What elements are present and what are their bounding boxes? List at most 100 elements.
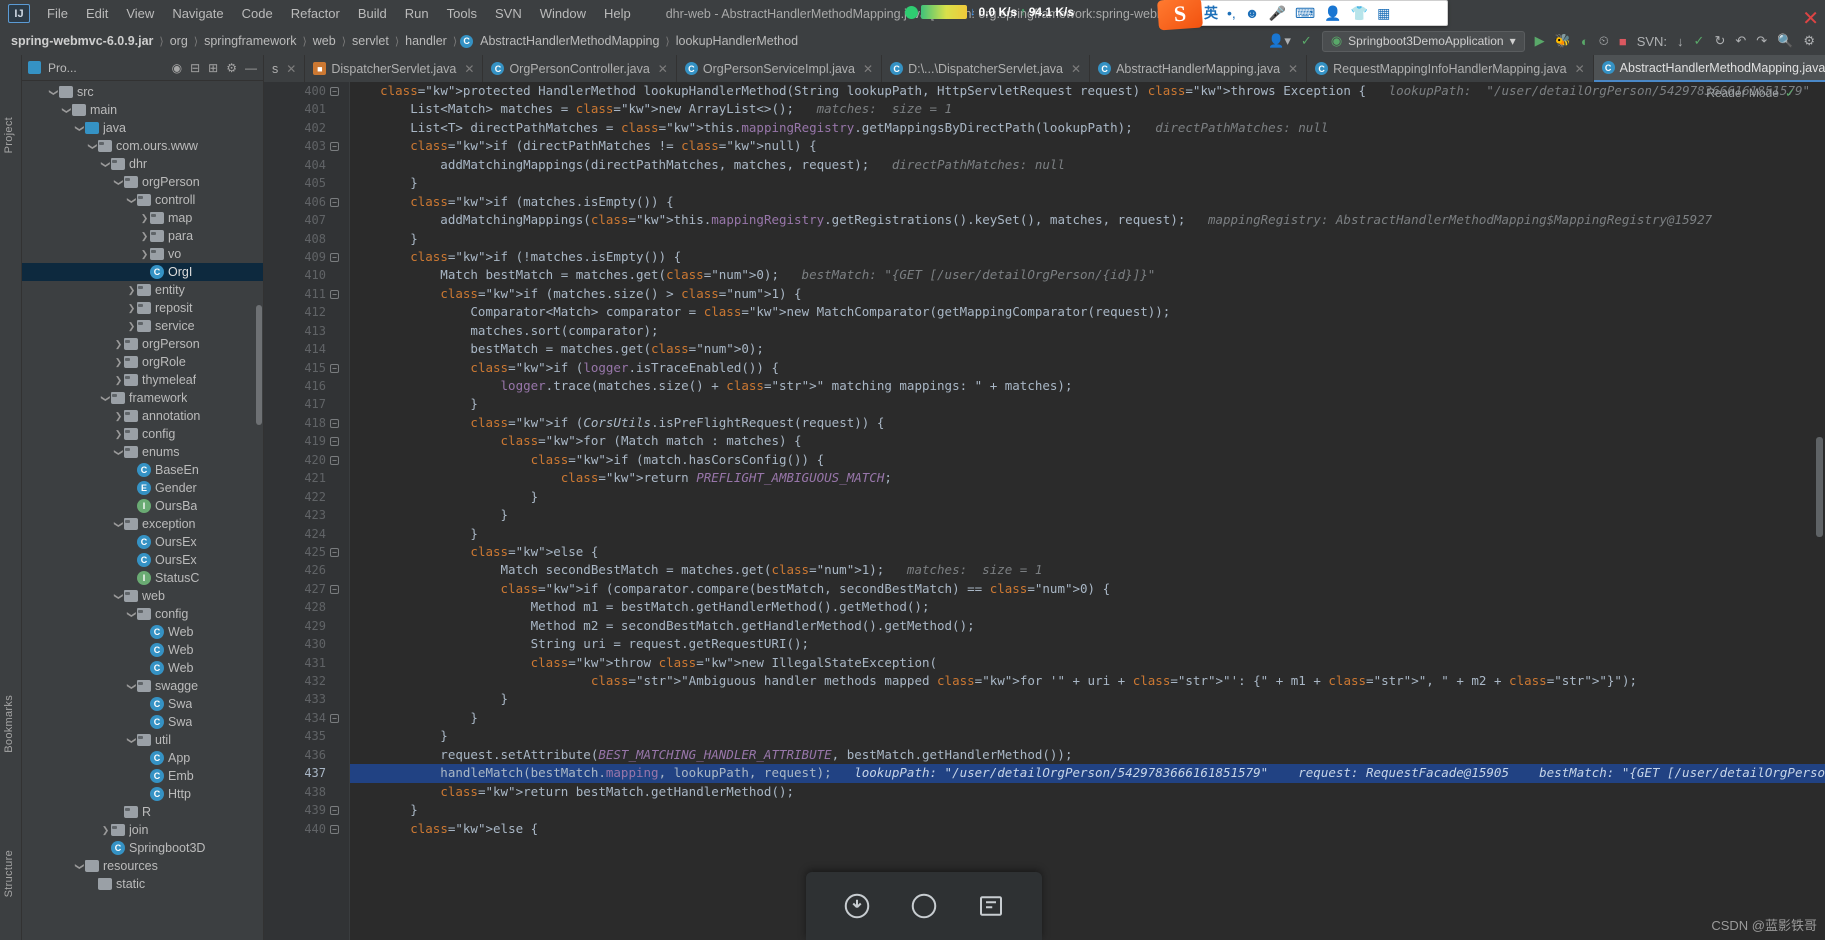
code-line[interactable]: 417 } [304,395,1825,413]
code-line[interactable]: 412 Comparator<Match> comparator = class… [304,303,1825,321]
code-line[interactable]: 415− class="kw">if (logger.isTraceEnable… [304,359,1825,377]
tab-truncated[interactable]: s ✕ [264,55,306,82]
tree-item-join[interactable]: ❯ join [22,821,263,839]
code-line[interactable]: 429 Method m2 = secondBestMatch.getHandl… [304,617,1825,635]
breadcrumb-handler[interactable]: handler [402,33,450,49]
tree-item-gender[interactable]: E Gender [22,479,263,497]
code-line[interactable]: 418− class="kw">if (CorsUtils.isPreFligh… [304,414,1825,432]
chevron-down-icon[interactable]: ❯ [126,681,137,692]
chevron-down-icon[interactable]: ❯ [126,609,137,620]
code-line[interactable]: 402 List<T> directPathMatches = class="k… [304,119,1825,137]
tree-item-web[interactable]: ❯ web [22,587,263,605]
stop-icon[interactable]: ■ [1619,34,1627,49]
undo-icon[interactable]: ↶ [1735,33,1746,49]
code-line[interactable]: 419− class="kw">for (Match match : match… [304,432,1825,450]
close-icon[interactable]: ✕ [286,62,296,76]
fold-marker-icon[interactable]: − [330,418,339,428]
code-line[interactable]: 440− class="kw">else { [304,820,1825,838]
tab-abstract-handler-method-mapping[interactable]: C AbstractHandlerMethodMapping.java ✕ [1593,55,1825,82]
code-line[interactable]: 405 } [304,174,1825,192]
ime-keyboard-icon[interactable]: ⌨ [1295,6,1315,20]
chevron-down-icon[interactable]: ❯ [61,105,72,116]
code-line[interactable]: 424 } [304,525,1825,543]
chevron-down-icon[interactable]: ❯ [48,87,59,98]
code-line[interactable]: 423 } [304,506,1825,524]
chevron-right-icon[interactable]: ❯ [100,825,111,836]
ime-language-toggle-icon[interactable]: 英 [1204,6,1218,20]
settings-gear-icon[interactable]: ⚙ [226,61,237,75]
chevron-right-icon[interactable]: ❯ [113,339,124,350]
chevron-down-icon[interactable]: ❯ [74,861,85,872]
run-configuration-selector[interactable]: ◉ Springboot3DemoApplication ▾ [1321,30,1525,52]
tool-window-structure[interactable]: Structure [3,850,15,897]
code-line[interactable]: 436 request.setAttribute(BEST_MATCHING_H… [304,746,1825,764]
svn-commit-icon[interactable]: ✓ [1694,33,1705,49]
fold-marker-icon[interactable]: − [330,547,339,557]
menu-edit[interactable]: Edit [77,3,117,24]
tree-item-static[interactable]: static [22,875,263,893]
code-line[interactable]: 422 } [304,488,1825,506]
tab-org-person-service-impl[interactable]: C OrgPersonServiceImpl.java ✕ [677,55,883,82]
tab-abstract-handler-mapping[interactable]: C AbstractHandlerMapping.java ✕ [1090,55,1308,82]
tab-dispatcher-servlet-path[interactable]: C D:\...\DispatcherServlet.java ✕ [882,55,1091,82]
step-over-icon[interactable] [842,891,872,921]
step-into-icon[interactable] [909,891,939,921]
tree-item-orgi[interactable]: C OrgI [22,263,263,281]
tool-window-project[interactable]: Project [3,117,15,153]
breadcrumb-jar[interactable]: spring-webmvc-6.0.9.jar [8,33,156,49]
vcs-check-icon[interactable]: ✓ [1301,33,1312,49]
close-icon[interactable]: ✕ [1575,62,1585,76]
tree-item-controll[interactable]: ❯ controll [22,191,263,209]
tree-item-src[interactable]: ❯ src [22,83,263,101]
locate-icon[interactable]: ◉ [172,61,182,75]
tree-item-orgperson[interactable]: ❯ orgPerson [22,173,263,191]
ime-punctuation-icon[interactable]: •, [1227,6,1236,20]
menu-run[interactable]: Run [396,3,438,24]
chevron-right-icon[interactable]: ❯ [113,357,124,368]
step-out-icon[interactable] [976,891,1006,921]
menu-code[interactable]: Code [233,3,282,24]
tree-item-web[interactable]: C Web [22,623,263,641]
code-line[interactable]: 435 } [304,727,1825,745]
tab-org-person-controller[interactable]: C OrgPersonController.java ✕ [483,55,677,82]
code-editor[interactable]: 400− class="kw">protected HandlerMethod … [264,82,1825,940]
chevron-down-icon[interactable]: ❯ [113,591,124,602]
code-line[interactable]: 430 String uri = request.getRequestURI()… [304,635,1825,653]
menu-svn[interactable]: SVN [486,3,531,24]
chevron-down-icon[interactable]: ❯ [126,195,137,206]
tree-item-para[interactable]: ❯ para [22,227,263,245]
chevron-right-icon[interactable]: ❯ [113,411,124,422]
tree-item-emb[interactable]: C Emb [22,767,263,785]
menu-view[interactable]: View [117,3,163,24]
editor-vertical-scrollbar[interactable] [1816,437,1823,537]
tree-item-config[interactable]: ❯ config [22,425,263,443]
tree-item-oursex[interactable]: C OursEx [22,533,263,551]
close-icon[interactable]: ✕ [863,62,873,76]
editor-code-area[interactable]: 400− class="kw">protected HandlerMethod … [304,82,1825,940]
tree-item-app[interactable]: C App [22,749,263,767]
close-icon[interactable]: ✕ [658,62,668,76]
svn-update-icon[interactable]: ↓ [1677,34,1684,49]
tree-item-com-ours-www[interactable]: ❯ com.ours.www [22,137,263,155]
profiler-icon[interactable]: ⏲ [1599,33,1609,49]
chevron-down-icon[interactable]: ❯ [100,159,111,170]
search-everywhere-icon[interactable]: 🔍 [1777,33,1793,49]
chevron-right-icon[interactable]: ❯ [126,321,137,332]
code-line[interactable]: 416 logger.trace(matches.size() + class=… [304,377,1825,395]
chevron-right-icon[interactable]: ❯ [113,429,124,440]
breadcrumb-class[interactable]: AbstractHandlerMethodMapping [477,33,662,49]
tree-item-vo[interactable]: ❯ vo [22,245,263,263]
chevron-right-icon[interactable]: ❯ [139,231,150,242]
close-icon[interactable]: ✕ [1288,62,1298,76]
chevron-down-icon[interactable]: ❯ [74,123,85,134]
code-line[interactable]: 403− class="kw">if (directPathMatches !=… [304,137,1825,155]
ime-account-icon[interactable]: 👤 [1324,6,1341,20]
tree-item-r[interactable]: R [22,803,263,821]
code-line[interactable]: 431 class="kw">throw class="kw">new Ille… [304,654,1825,672]
tab-request-mapping-info-handler-mapping[interactable]: C RequestMappingInfoHandlerMapping.java … [1307,55,1594,82]
project-pane-scrollbar[interactable] [256,305,262,425]
chevron-right-icon[interactable]: ❯ [126,285,137,296]
fold-marker-icon[interactable]: − [330,252,339,262]
tree-item-exception[interactable]: ❯ exception [22,515,263,533]
tree-item-oursba[interactable]: I OursBa [22,497,263,515]
